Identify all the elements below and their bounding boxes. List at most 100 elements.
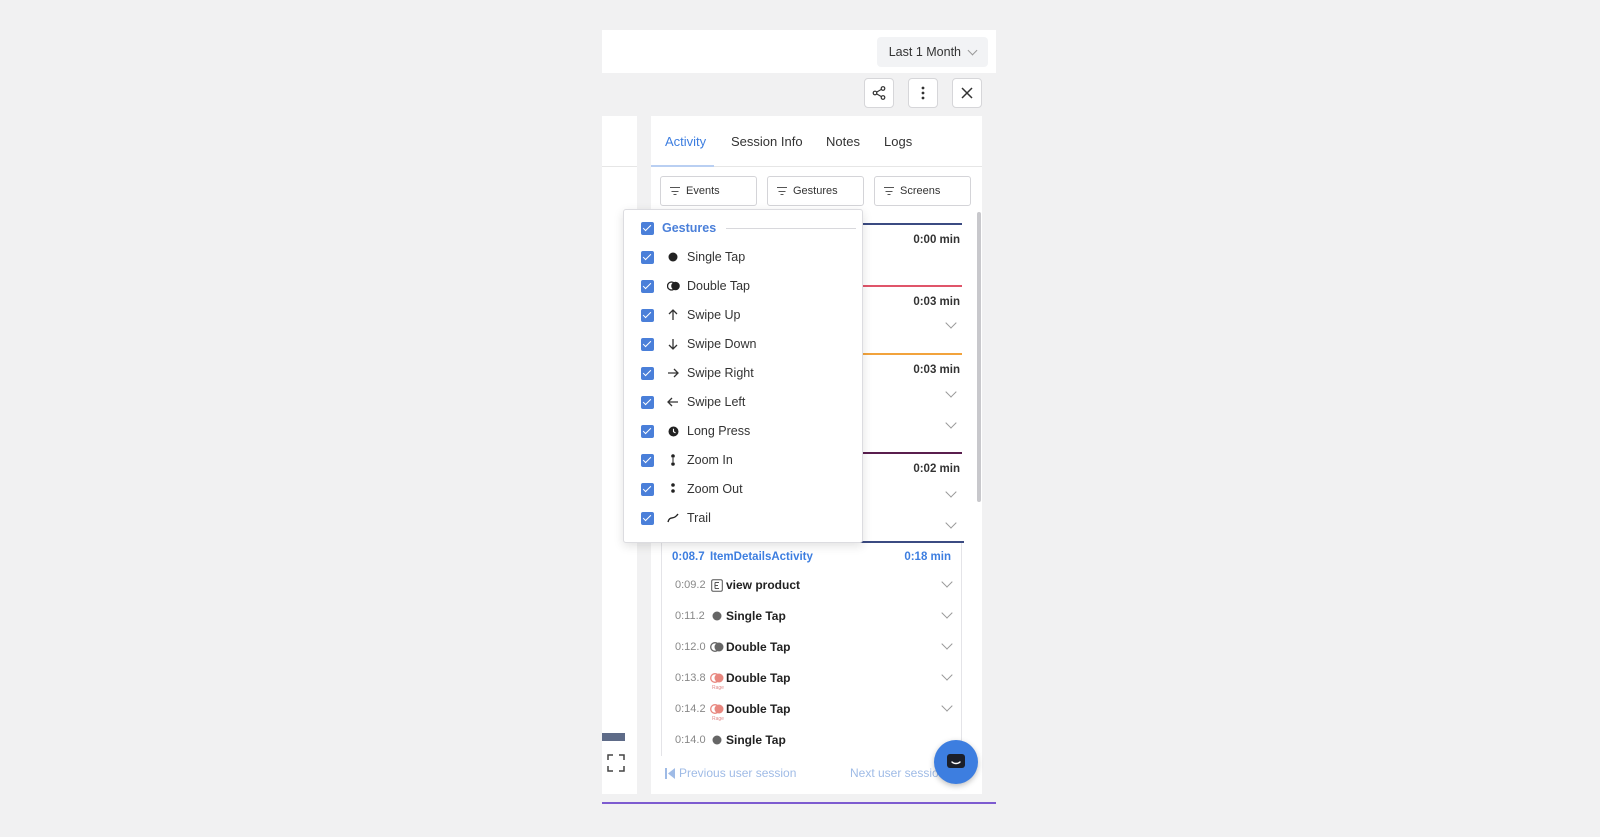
gesture-option-long-press[interactable]: Long Press	[641, 420, 856, 442]
gesture-option-label: Swipe Up	[687, 308, 741, 322]
chevron-down-icon[interactable]	[945, 486, 957, 498]
chevron-down-icon[interactable]	[941, 700, 953, 712]
gesture-option-swipe-up[interactable]: Swipe Up	[641, 304, 856, 326]
gesture-option-swipe-right[interactable]: Swipe Right	[641, 362, 856, 384]
chevron-down-icon[interactable]	[945, 517, 957, 529]
previous-session-label: Previous user session	[679, 766, 797, 780]
event-time: 0:11.2	[675, 610, 705, 622]
timeline-event-row[interactable]: 0:14.0 Single Tap	[662, 725, 963, 755]
event-time: 0:13.8	[675, 672, 706, 684]
timeline-event-row[interactable]: 0:14.2 Rage Double Tap	[662, 694, 963, 724]
event-time: 0:09.2	[675, 579, 706, 591]
gesture-option-label: Swipe Right	[687, 366, 754, 380]
chevron-down-icon[interactable]	[941, 607, 953, 619]
event-label: view product	[726, 578, 801, 592]
gesture-option-label: Zoom In	[687, 453, 733, 467]
gestures-filter-button[interactable]: Gestures	[767, 176, 864, 206]
rage-tag: Rage	[712, 716, 724, 722]
gesture-option-label: Long Press	[687, 424, 751, 438]
gesture-option-double-tap[interactable]: Double Tap	[641, 275, 856, 297]
checkbox[interactable]	[641, 221, 654, 235]
share-icon	[872, 86, 886, 100]
date-range-select[interactable]: Last 1 Month	[876, 37, 988, 67]
event-time: 0:12.0	[675, 641, 706, 653]
checkbox[interactable]	[641, 337, 654, 351]
gesture-option-zoom-out[interactable]: Zoom Out	[641, 478, 856, 500]
tab-notes[interactable]: Notes	[826, 134, 860, 149]
more-vertical-icon	[921, 86, 925, 100]
filter-label: Events	[686, 185, 720, 197]
session-progress-bar	[602, 802, 996, 804]
checkbox[interactable]	[641, 453, 654, 467]
gesture-option-single-tap[interactable]: Single Tap	[641, 246, 856, 268]
chevron-down-icon[interactable]	[941, 669, 953, 681]
tab-session-info[interactable]: Session Info	[731, 134, 803, 149]
screen-duration: 0:03 min	[913, 296, 960, 308]
filter-label: Screens	[900, 185, 941, 197]
filter-label: Gestures	[793, 185, 838, 197]
timeline-event-row[interactable]: 0:12.0 Double Tap	[662, 632, 963, 662]
filter-icon	[777, 187, 787, 196]
gesture-option-label: Swipe Down	[687, 337, 757, 351]
gesture-option-label: Swipe Left	[687, 395, 746, 409]
chevron-down-icon[interactable]	[945, 386, 957, 398]
single-tap-icon	[666, 250, 680, 264]
checkbox[interactable]	[641, 308, 654, 322]
timeline-event-row[interactable]: 0:09.2 view product	[662, 570, 963, 600]
checkbox[interactable]	[641, 279, 654, 293]
player-scrubber[interactable]	[602, 733, 625, 741]
share-button[interactable]	[864, 78, 894, 108]
gesture-option-label: Double Tap	[687, 279, 751, 293]
chevron-down-icon[interactable]	[945, 417, 957, 429]
gesture-option-label: Trail	[687, 511, 711, 525]
screens-filter-button[interactable]: Screens	[874, 176, 971, 206]
divider	[602, 166, 637, 167]
chevron-down-icon	[967, 45, 978, 55]
rage-double-tap-icon	[710, 702, 724, 716]
arrow-right-icon	[666, 366, 680, 380]
gesture-option-swipe-left[interactable]: Swipe Left	[641, 391, 856, 413]
double-tap-icon	[666, 279, 680, 293]
filter-icon	[884, 187, 894, 196]
top-bar: Last 1 Month	[602, 30, 996, 73]
gesture-option-label: Single Tap	[687, 250, 746, 264]
timeline-event-row[interactable]: 0:13.8 Rage Double Tap	[662, 663, 963, 693]
tab-logs[interactable]: Logs	[884, 134, 912, 149]
fullscreen-icon[interactable]	[607, 754, 625, 772]
more-options-button[interactable]	[908, 78, 938, 108]
chevron-down-icon[interactable]	[941, 638, 953, 650]
checkbox[interactable]	[641, 482, 654, 496]
chevron-down-icon[interactable]	[945, 317, 957, 329]
event-label: Single Tap	[726, 609, 786, 623]
zoom-out-icon	[666, 482, 680, 496]
timeline-event-row[interactable]: 0:11.2 Single Tap	[662, 601, 963, 631]
gesture-option-zoom-in[interactable]: Zoom In	[641, 449, 856, 471]
divider	[726, 227, 856, 229]
gesture-option-trail[interactable]: Trail	[641, 507, 856, 529]
tab-activity[interactable]: Activity	[665, 134, 706, 149]
timeline-scrollbar[interactable]	[977, 212, 981, 502]
rage-tag: Rage	[712, 685, 724, 691]
chat-button[interactable]	[934, 740, 978, 784]
events-filter-button[interactable]: Events	[660, 176, 757, 206]
event-label: Single Tap	[726, 733, 786, 747]
gestures-select-all[interactable]: Gestures	[641, 217, 856, 239]
checkbox[interactable]	[641, 395, 654, 409]
next-session-link[interactable]: Next user session	[850, 766, 945, 780]
checkbox[interactable]	[641, 511, 654, 525]
checkbox[interactable]	[641, 250, 654, 264]
close-button[interactable]	[952, 78, 982, 108]
gesture-option-swipe-down[interactable]: Swipe Down	[641, 333, 856, 355]
chevron-down-icon[interactable]	[941, 576, 953, 588]
screen-name[interactable]: ItemDetailsActivity	[710, 551, 813, 563]
checkbox[interactable]	[641, 424, 654, 438]
gestures-filter-dropdown: Gestures Single Tap Double Tap Swipe Up …	[623, 209, 863, 543]
skip-previous-icon	[665, 767, 675, 779]
arrow-down-icon	[666, 337, 680, 351]
checkbox[interactable]	[641, 366, 654, 380]
event-time: 0:14.2	[675, 703, 706, 715]
event-icon	[710, 578, 724, 592]
previous-session-link[interactable]: Previous user session	[665, 766, 796, 780]
long-press-icon	[666, 424, 680, 438]
dropdown-header-label: Gestures	[662, 221, 717, 235]
